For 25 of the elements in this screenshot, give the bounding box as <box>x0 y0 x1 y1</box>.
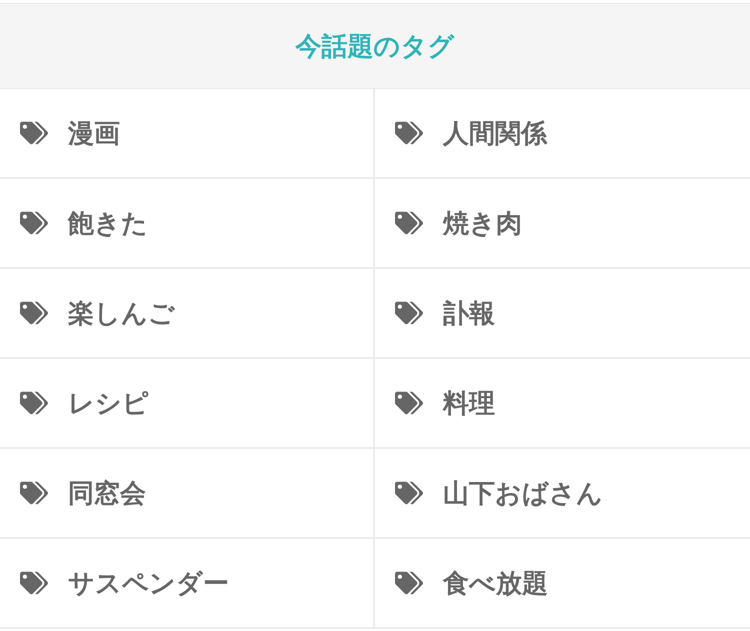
tag-icon <box>395 389 423 417</box>
tag-link[interactable]: 飽きた <box>0 179 375 269</box>
tag-icon <box>395 119 423 147</box>
tag-link[interactable]: 焼き肉 <box>375 179 750 269</box>
tag-link[interactable]: 料理 <box>375 359 750 449</box>
tag-icon <box>20 119 48 147</box>
tag-icon <box>20 389 48 417</box>
tag-link[interactable]: サスペンダー <box>0 539 375 629</box>
tag-icon <box>20 209 48 237</box>
tag-icon <box>20 479 48 507</box>
tag-link[interactable]: 同窓会 <box>0 449 375 539</box>
tag-link[interactable]: 楽しんご <box>0 269 375 359</box>
tag-icon <box>395 479 423 507</box>
tag-icon <box>20 299 48 327</box>
tag-link[interactable]: 食べ放題 <box>375 539 750 629</box>
tag-icon <box>20 569 48 597</box>
tag-icon <box>395 209 423 237</box>
tag-link[interactable]: 人間関係 <box>375 89 750 179</box>
section-title: 今話題のタグ <box>296 30 454 62</box>
tag-link[interactable]: 訃報 <box>375 269 750 359</box>
tag-icon <box>395 569 423 597</box>
tag-link[interactable]: 山下おばさん <box>375 449 750 539</box>
tag-link[interactable]: レシピ <box>0 359 375 449</box>
tag-icon <box>395 299 423 327</box>
tag-link[interactable]: 漫画 <box>0 89 375 179</box>
